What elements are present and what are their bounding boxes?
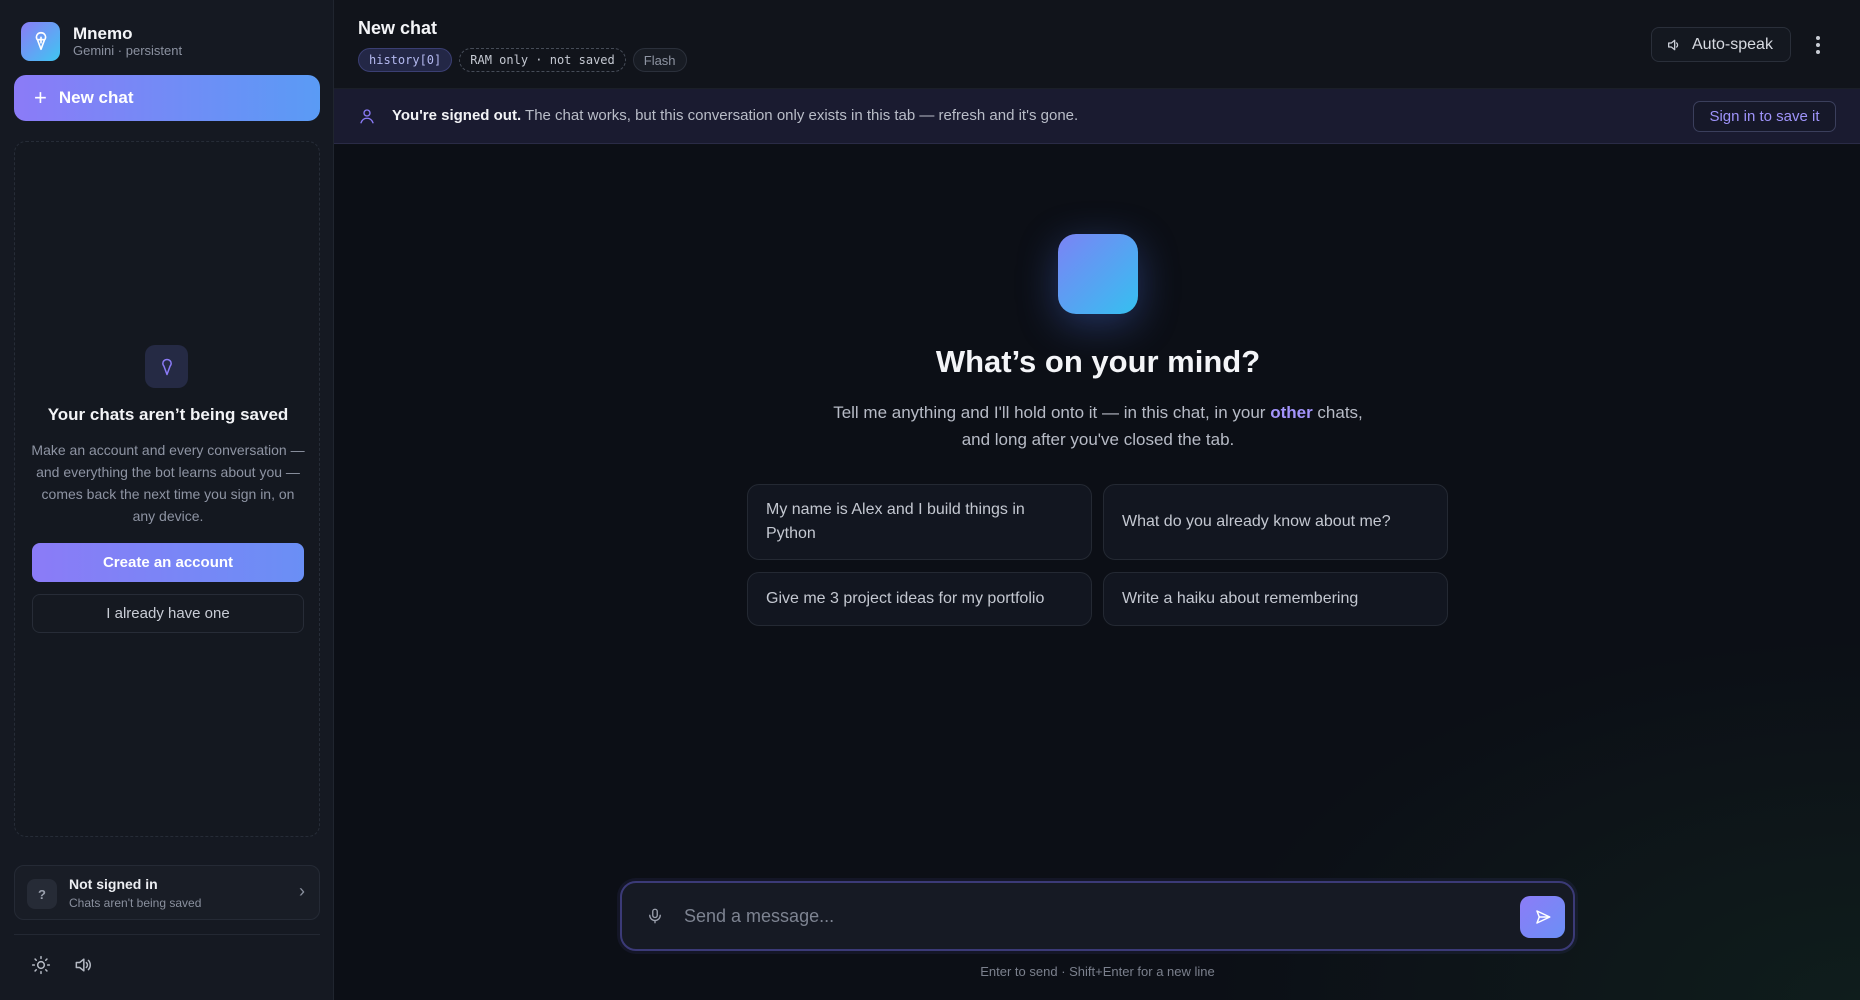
new-chat-button[interactable]: + New chat — [14, 75, 320, 121]
empty-state-title: Your chats aren’t being saved — [47, 405, 289, 424]
hero-sub-before: Tell me anything and I'll hold onto it —… — [833, 403, 1271, 422]
brain-icon — [145, 345, 188, 388]
chat-title: New chat — [358, 18, 438, 38]
brand-subtitle: Gemini · persistent — [73, 42, 183, 58]
composer-hint: Enter to send · Shift+Enter for a new li… — [980, 964, 1215, 979]
plus-icon: + — [34, 85, 47, 110]
chat-status-chips: history[0] RAM only · not saved Flash — [358, 48, 687, 72]
model-chip: Flash — [632, 48, 687, 72]
unknown-user-avatar: ? — [27, 879, 57, 909]
auto-speak-label: Auto-speak — [1692, 35, 1773, 53]
more-menu-icon[interactable] — [1808, 31, 1828, 59]
sign-in-button[interactable]: I already have one — [32, 594, 304, 633]
account-status-subtitle: Chats aren't being saved — [69, 896, 202, 910]
suggestion-card[interactable]: Give me 3 project ideas for my portfolio — [747, 572, 1092, 626]
new-chat-label: New chat — [58, 88, 134, 107]
brand-name: Mnemo — [73, 23, 133, 43]
sign-in-to-save-button[interactable]: Sign in to save it — [1693, 101, 1836, 132]
send-icon — [1535, 910, 1550, 924]
storage-chip: RAM only · not saved — [459, 48, 626, 72]
suggestion-card[interactable]: What do you already know about me? — [1103, 484, 1448, 560]
history-chip: history[0] — [358, 48, 453, 72]
hero-subtitle: Tell me anything and I'll hold onto it —… — [830, 399, 1366, 453]
chat-list-empty-state: Your chats aren’t being saved Make an ac… — [14, 141, 320, 837]
chevron-right-icon: › — [299, 881, 305, 901]
speaker-icon[interactable] — [70, 952, 96, 978]
brain-logo-icon — [21, 21, 60, 61]
sun-icon[interactable] — [28, 952, 54, 978]
other-chats-link[interactable]: other — [1270, 403, 1313, 422]
create-account-button[interactable]: Create an account — [32, 543, 304, 582]
suggestion-card[interactable]: Write a haiku about remembering — [1103, 572, 1448, 626]
brand: Mnemo Gemini · persistent — [21, 21, 182, 61]
suggestion-card[interactable]: My name is Alex and I build things in Py… — [747, 484, 1092, 560]
banner-text: You're signed out. The chat works, but t… — [392, 107, 1078, 124]
user-icon — [358, 107, 376, 130]
sidebar: Mnemo Gemini · persistent + New chat You… — [0, 0, 334, 1000]
chat-header: New chat history[0] RAM only · not saved… — [334, 0, 1860, 89]
empty-state-text: Make an account and every conversation —… — [31, 442, 305, 524]
hero-title: What’s on your mind? — [935, 344, 1261, 379]
app-logo-icon — [1058, 234, 1138, 314]
account-status-title: Not signed in — [69, 876, 158, 892]
banner-bold: You're signed out. — [392, 107, 522, 124]
send-button[interactable] — [1520, 896, 1565, 938]
signed-out-banner: You're signed out. The chat works, but t… — [334, 89, 1860, 144]
message-composer — [620, 881, 1575, 951]
speaker-icon — [1668, 39, 1679, 50]
auto-speak-button[interactable]: Auto-speak — [1651, 27, 1791, 62]
account-status-card[interactable]: ? Not signed in Chats aren't being saved… — [14, 865, 320, 920]
sidebar-divider — [14, 934, 320, 935]
message-input[interactable] — [684, 897, 1484, 935]
microphone-icon[interactable] — [646, 907, 664, 930]
banner-message: The chat works, but this conversation on… — [521, 107, 1079, 124]
